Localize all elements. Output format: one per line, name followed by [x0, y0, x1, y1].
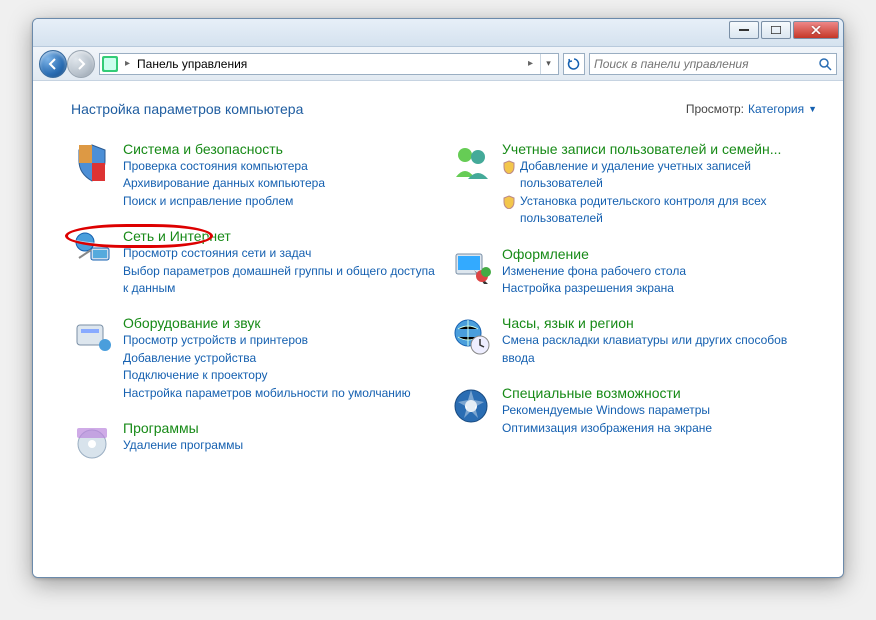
sublink[interactable]: Архивирование данных компьютера [123, 175, 438, 192]
shield-icon [502, 195, 516, 209]
search-box[interactable] [589, 53, 837, 75]
sublink[interactable]: Смена раскладки клавиатуры или других сп… [502, 332, 817, 367]
category-link-system-security[interactable]: Система и безопасность [123, 141, 283, 157]
category-link-appearance[interactable]: Оформление [502, 246, 589, 262]
category-link-user-accounts[interactable]: Учетные записи пользователей и семейн... [502, 141, 781, 157]
address-bar[interactable]: ▸ Панель управления ▸ ▾ [99, 53, 559, 75]
breadcrumb-sep-icon: ▸ [122, 58, 133, 69]
close-button[interactable] [793, 21, 839, 39]
maximize-button[interactable] [761, 21, 791, 39]
sublink[interactable]: Изменение фона рабочего стола [502, 263, 817, 280]
appearance-icon [450, 246, 492, 288]
system-security-icon [71, 141, 113, 183]
network-internet-icon [71, 228, 113, 270]
sublink[interactable]: Настройка параметров мобильности по умол… [123, 385, 438, 402]
category-network-internet: Сеть и Интернет Просмотр состояния сети … [71, 228, 438, 297]
view-by-mode[interactable]: Категория [748, 102, 804, 116]
breadcrumb-sep-icon: ▸ [525, 58, 536, 69]
category-programs: Программы Удаление программы [71, 420, 438, 462]
page-title: Настройка параметров компьютера [71, 101, 303, 117]
category-link-network-internet[interactable]: Сеть и Интернет [123, 228, 231, 244]
forward-button[interactable] [67, 50, 95, 78]
sublink[interactable]: Просмотр состояния сети и задач [123, 245, 438, 262]
back-button[interactable] [39, 50, 67, 78]
clock-language-region-icon [450, 315, 492, 357]
sublink[interactable]: Просмотр устройств и принтеров [123, 332, 438, 349]
programs-icon [71, 420, 113, 462]
sublink[interactable]: Проверка состояния компьютера [123, 158, 438, 175]
minimize-button[interactable] [729, 21, 759, 39]
control-panel-window: ▸ Панель управления ▸ ▾ Настройка параме… [32, 18, 844, 578]
category-hardware-sound: Оборудование и звук Просмотр устройств и… [71, 315, 438, 402]
search-input[interactable] [594, 57, 814, 71]
category-system-security: Система и безопасность Проверка состояни… [71, 141, 438, 210]
breadcrumb-root[interactable]: Панель управления [137, 57, 521, 71]
sublink[interactable]: Добавление устройства [123, 350, 438, 367]
category-link-programs[interactable]: Программы [123, 420, 199, 436]
view-by-label: Просмотр: [686, 102, 744, 116]
category-clock-language-region: Часы, язык и регион Смена раскладки клав… [450, 315, 817, 367]
address-dropdown[interactable]: ▾ [540, 54, 556, 74]
control-panel-icon [102, 56, 118, 72]
ease-of-access-icon [450, 385, 492, 427]
user-accounts-icon [450, 141, 492, 183]
titlebar [33, 19, 843, 47]
view-by: Просмотр: Категория ▼ [686, 102, 817, 116]
sublink[interactable]: Удаление программы [123, 437, 438, 454]
sublink[interactable]: Установка родительского контроля для все… [520, 193, 817, 228]
sublink[interactable]: Оптимизация изображения на экране [502, 420, 817, 437]
left-column: Система и безопасность Проверка состояни… [71, 141, 438, 480]
category-link-clock-language[interactable]: Часы, язык и регион [502, 315, 634, 331]
shield-icon [502, 160, 516, 174]
refresh-button[interactable] [563, 53, 585, 75]
chevron-down-icon[interactable]: ▼ [808, 104, 817, 114]
right-column: Учетные записи пользователей и семейн...… [450, 141, 817, 480]
category-user-accounts: Учетные записи пользователей и семейн...… [450, 141, 817, 228]
category-ease-of-access: Специальные возможности Рекомендуемые Wi… [450, 385, 817, 437]
navbar: ▸ Панель управления ▸ ▾ [33, 47, 843, 81]
sublink[interactable]: Поиск и исправление проблем [123, 193, 438, 210]
content-area: Настройка параметров компьютера Просмотр… [33, 81, 843, 577]
category-appearance: Оформление Изменение фона рабочего стола… [450, 246, 817, 298]
sublink[interactable]: Рекомендуемые Windows параметры [502, 402, 817, 419]
search-icon[interactable] [818, 57, 832, 71]
category-link-ease-of-access[interactable]: Специальные возможности [502, 385, 681, 401]
sublink[interactable]: Выбор параметров домашней группы и общег… [123, 263, 438, 298]
sublink[interactable]: Настройка разрешения экрана [502, 280, 817, 297]
category-link-hardware-sound[interactable]: Оборудование и звук [123, 315, 261, 331]
hardware-sound-icon [71, 315, 113, 357]
sublink[interactable]: Подключение к проектору [123, 367, 438, 384]
sublink[interactable]: Добавление и удаление учетных записей по… [520, 158, 817, 193]
